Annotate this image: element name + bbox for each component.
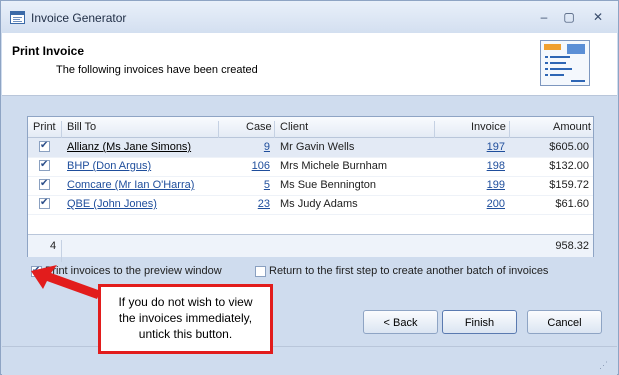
- print-checkbox[interactable]: [39, 140, 50, 152]
- invoice-link[interactable]: 199: [438, 179, 505, 191]
- restore-icon[interactable]: ▢: [558, 9, 580, 25]
- grid-header: Print Bill To Case Client Invoice Amount: [28, 117, 593, 141]
- grid-footer: 4 958.32: [28, 234, 593, 262]
- bill-to-link[interactable]: Allianz (Ms Jane Simons): [67, 141, 191, 153]
- status-bar: ⋰: [2, 346, 617, 375]
- client-name: Mrs Michele Burnham: [280, 160, 387, 172]
- case-link[interactable]: 23: [224, 198, 270, 210]
- callout-arrow-icon: [31, 265, 101, 299]
- return-first-step-label[interactable]: Return to the first step to create anoth…: [269, 265, 548, 277]
- amount-value: $132.00: [549, 160, 589, 172]
- column-header-invoice[interactable]: Invoice: [471, 121, 506, 133]
- invoice-grid: Print Bill To Case Client Invoice Amount…: [27, 116, 594, 262]
- client-name: Mr Gavin Wells: [280, 141, 355, 153]
- callout-box: If you do not wish to view the invoices …: [98, 284, 273, 354]
- table-row[interactable]: Allianz (Ms Jane Simons) 9 Mr Gavin Well…: [28, 138, 593, 158]
- invoice-link[interactable]: 198: [438, 160, 505, 172]
- minimize-icon[interactable]: –: [533, 9, 555, 25]
- invoice-link[interactable]: 197: [438, 141, 505, 153]
- window-title: Invoice Generator: [31, 11, 127, 25]
- close-icon[interactable]: ✕: [587, 9, 609, 25]
- resize-grip-icon[interactable]: ⋰: [599, 360, 609, 370]
- table-row[interactable]: Comcare (Mr Ian O'Harra) 5 Ms Sue Bennin…: [28, 176, 593, 196]
- amount-value: $159.72: [549, 179, 589, 191]
- back-button[interactable]: < Back: [363, 310, 438, 334]
- table-row[interactable]: QBE (John Jones) 23 Ms Judy Adams 200 $6…: [28, 195, 593, 215]
- finish-button[interactable]: Finish: [442, 310, 517, 334]
- print-checkbox[interactable]: [39, 159, 50, 171]
- callout-line-2: the invoices immediately,: [118, 311, 253, 325]
- column-header-bill-to[interactable]: Bill To: [67, 121, 96, 133]
- cancel-button[interactable]: Cancel: [527, 310, 602, 334]
- amount-value: $605.00: [549, 141, 589, 153]
- title-bar: Invoice Generator – ▢ ✕: [1, 1, 618, 33]
- column-header-case[interactable]: Case: [246, 121, 272, 133]
- invoice-link[interactable]: 200: [438, 198, 505, 210]
- case-link[interactable]: 106: [224, 160, 270, 172]
- amount-total: 958.32: [555, 240, 589, 252]
- app-icon: [10, 11, 25, 24]
- amount-value: $61.60: [555, 198, 589, 210]
- bill-to-link[interactable]: QBE (John Jones): [67, 198, 157, 210]
- row-count: 4: [50, 240, 57, 252]
- bill-to-link[interactable]: Comcare (Mr Ian O'Harra): [67, 179, 194, 191]
- bill-to-link[interactable]: BHP (Don Argus): [67, 160, 151, 172]
- column-header-amount[interactable]: Amount: [553, 121, 591, 133]
- case-link[interactable]: 9: [224, 141, 270, 153]
- page-title: Print Invoice: [12, 44, 85, 58]
- case-link[interactable]: 5: [224, 179, 270, 191]
- column-header-client[interactable]: Client: [280, 121, 308, 133]
- client-name: Ms Sue Bennington: [280, 179, 377, 191]
- invoice-document-icon: [540, 40, 590, 86]
- return-first-step-checkbox[interactable]: [255, 266, 266, 277]
- print-checkbox[interactable]: [39, 197, 50, 209]
- print-checkbox[interactable]: [39, 178, 50, 190]
- client-name: Ms Judy Adams: [280, 198, 358, 210]
- invoice-generator-window: Invoice Generator – ▢ ✕ Print Invoice Th…: [0, 0, 619, 375]
- table-row[interactable]: BHP (Don Argus) 106 Mrs Michele Burnham …: [28, 157, 593, 177]
- page-subtitle: The following invoices have been created: [56, 64, 258, 76]
- callout-line-3: untick this button.: [138, 327, 233, 341]
- wizard-header: Print Invoice The following invoices hav…: [2, 33, 617, 96]
- callout-line-1: If you do not wish to view: [118, 295, 253, 309]
- column-header-print[interactable]: Print: [33, 121, 56, 133]
